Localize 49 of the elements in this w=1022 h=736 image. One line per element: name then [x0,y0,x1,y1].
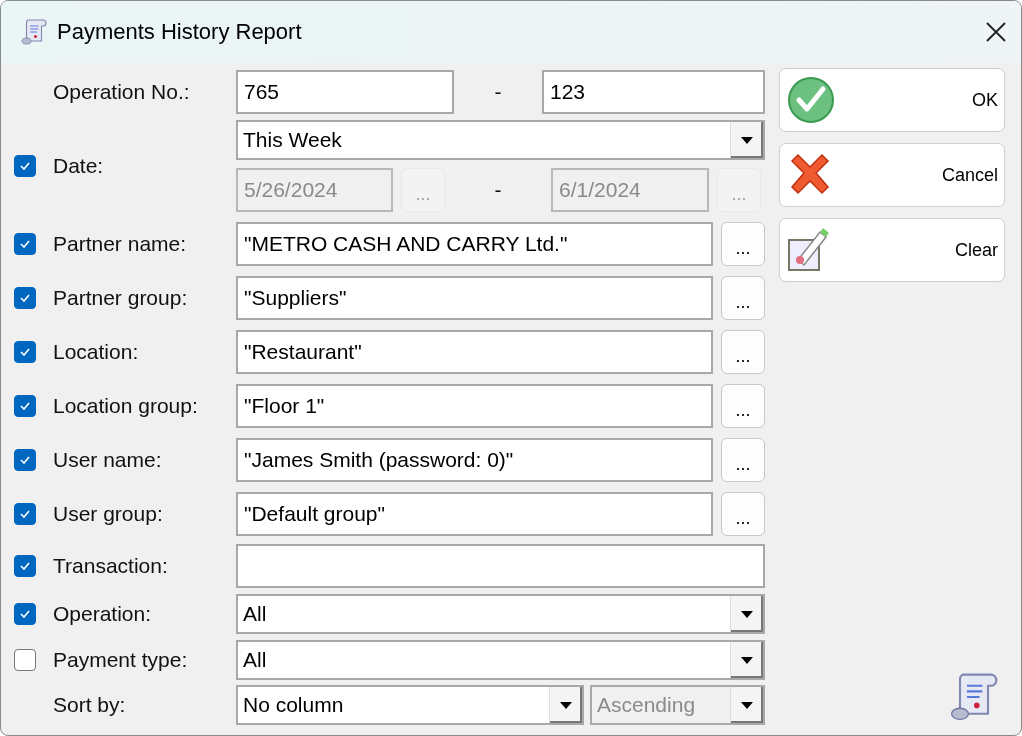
checkbox[interactable] [14,449,36,471]
checkbox[interactable] [14,503,36,525]
field-label: Date: [53,154,105,178]
field-label: Operation No.: [53,80,191,104]
field-label: Sort by: [53,693,127,717]
checkbox[interactable] [14,649,36,671]
checkbox[interactable] [14,603,36,625]
checkbox[interactable] [14,233,36,255]
checkbox[interactable] [14,555,36,577]
clear-button[interactable]: Clear [779,218,1005,282]
input-field[interactable] [236,544,765,588]
input-field[interactable]: "Suppliers" [236,276,713,320]
input-field[interactable]: "Floor 1" [236,384,713,428]
checkmark-icon [786,75,836,125]
ellipsis-button[interactable]: ... [721,222,765,266]
field-label: Partner group: [53,286,189,310]
field-label: Payment type: [53,648,189,672]
field-label: Partner name: [53,232,188,256]
field-label: User group: [53,502,164,526]
ellipsis-button[interactable]: ... [721,276,765,320]
field-label: Location group: [53,394,199,418]
input-field[interactable]: "Default group" [236,492,713,536]
dropdown[interactable]: All [236,594,765,634]
field-label: Location: [53,340,140,364]
dropdown[interactable]: No column [236,685,584,725]
input-field[interactable]: "METRO CASH AND CARRY Ltd." [236,222,713,266]
ellipsis-button[interactable]: ... [721,384,765,428]
ellipsis-button[interactable]: ... [721,492,765,536]
window-title: Payments History Report [57,19,303,45]
checkbox[interactable] [14,341,36,363]
ok-button[interactable]: OK [779,68,1005,132]
field-label: Operation: [53,602,153,626]
close-icon[interactable] [985,21,1007,43]
ellipsis-button[interactable]: ... [721,330,765,374]
eraser-icon [786,226,832,274]
input-field[interactable]: 765 [236,70,454,114]
field-label: User name: [53,448,163,472]
range-separator: - [493,80,503,104]
range-separator: - [493,178,503,202]
dropdown[interactable]: All [236,640,765,680]
cancel-button[interactable]: Cancel [779,143,1005,207]
scroll-icon [19,17,49,47]
input-field[interactable]: "James Smith (password: 0)" [236,438,713,482]
input-field[interactable]: "Restaurant" [236,330,713,374]
input-field[interactable]: 123 [542,70,765,114]
checkbox[interactable] [14,395,36,417]
field-label: Transaction: [53,554,169,578]
checkbox[interactable] [14,287,36,309]
ellipsis-button[interactable]: ... [721,438,765,482]
